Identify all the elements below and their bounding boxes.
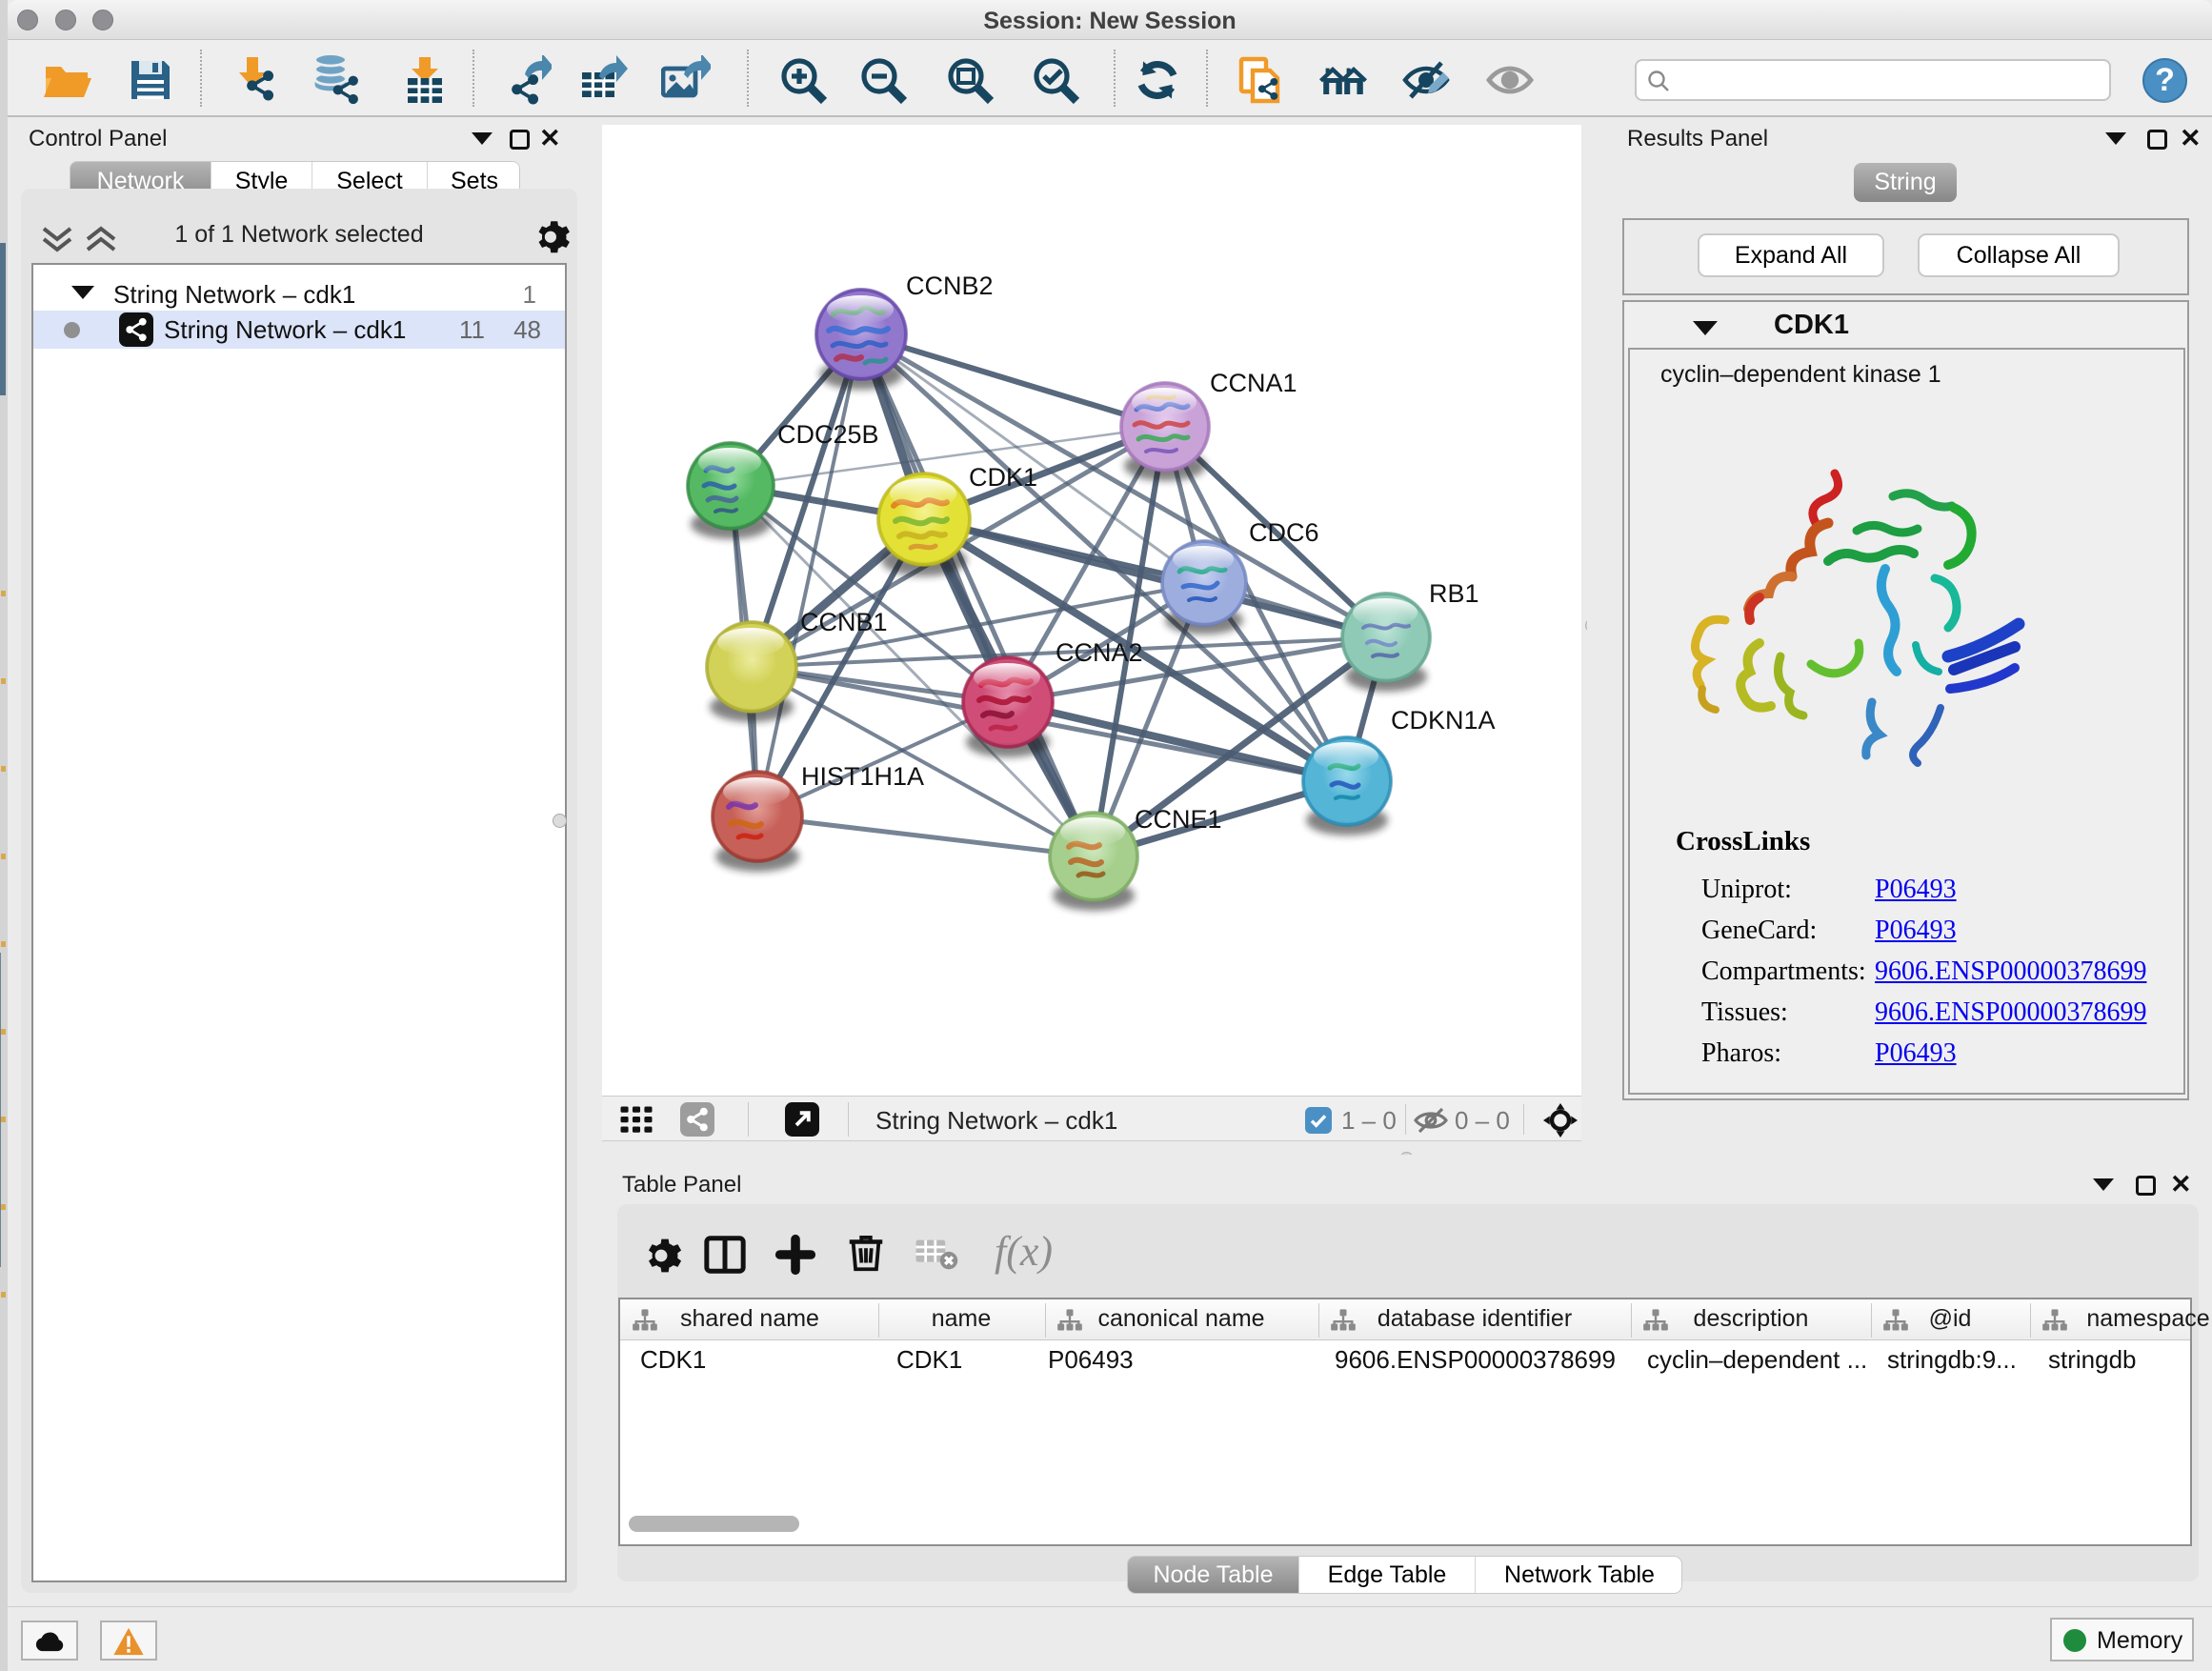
- svg-text:HIST1H1A: HIST1H1A: [801, 762, 924, 791]
- svg-text:RB1: RB1: [1429, 579, 1479, 608]
- svg-text:CDC25B: CDC25B: [777, 420, 879, 449]
- svg-text:CDC6: CDC6: [1249, 518, 1319, 547]
- svg-text:CCNB1: CCNB1: [800, 608, 888, 636]
- svg-text:CCNA1: CCNA1: [1210, 369, 1297, 397]
- svg-text:CCNA2: CCNA2: [1056, 638, 1143, 667]
- svg-text:CDK1: CDK1: [969, 463, 1037, 492]
- svg-text:CDKN1A: CDKN1A: [1391, 706, 1496, 735]
- svg-text:CCNE1: CCNE1: [1135, 805, 1222, 834]
- svg-text:CCNB2: CCNB2: [906, 272, 994, 300]
